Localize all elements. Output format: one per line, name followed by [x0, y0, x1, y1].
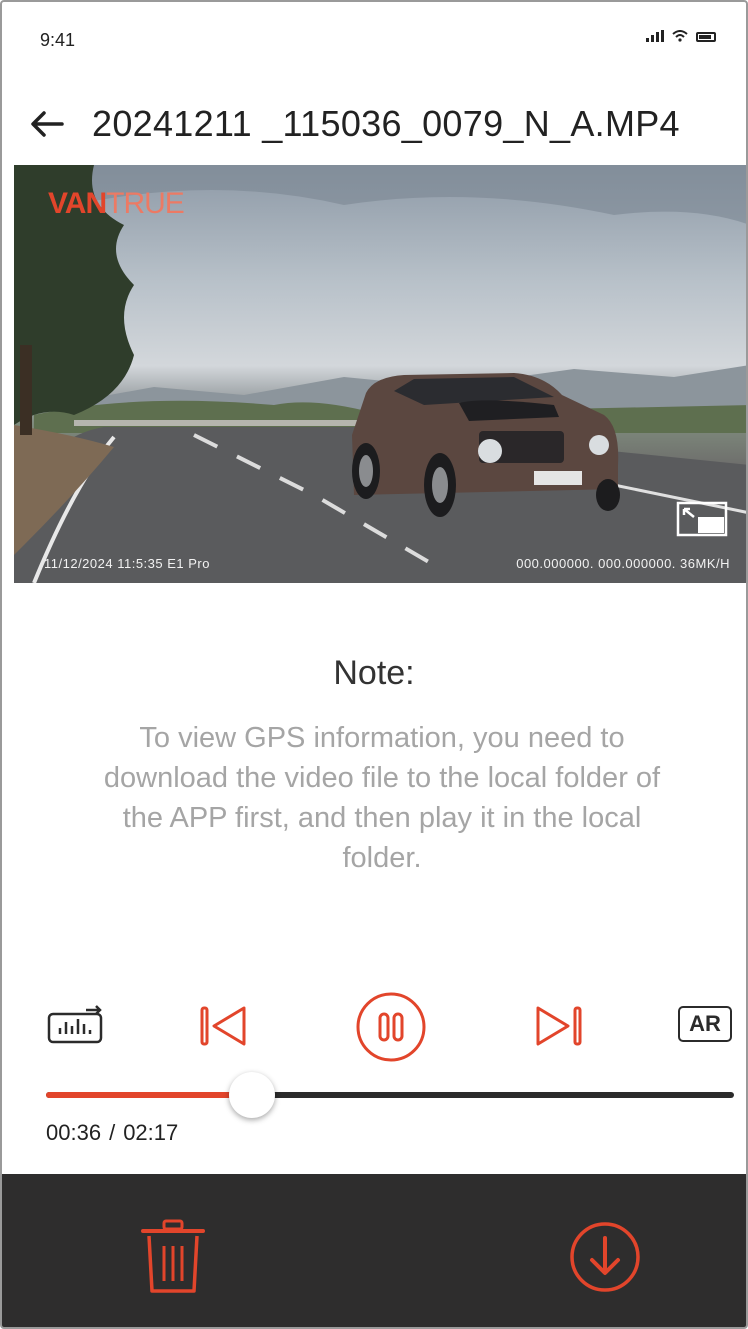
- battery-icon: [696, 32, 716, 42]
- vantrue-logo: VANTRUE: [48, 187, 185, 220]
- fullscreen-icon[interactable]: [676, 501, 728, 537]
- ar-label: AR: [689, 1011, 721, 1036]
- page-title: 20241211 _115036_0079_N_A.MP4: [92, 103, 680, 144]
- video-frame: [14, 165, 746, 583]
- bottom-action-bar: [2, 1174, 746, 1327]
- note-body: To view GPS information, you need to dow…: [103, 722, 661, 874]
- video-timestamp-overlay: 11/12/2024 11:5:35 E1 Pro: [44, 556, 210, 571]
- back-button[interactable]: [2, 82, 92, 166]
- speed-chart-icon[interactable]: [46, 1004, 106, 1044]
- note-title: Note:: [333, 654, 415, 692]
- wifi-icon: [672, 30, 688, 42]
- ar-button[interactable]: AR: [678, 1006, 732, 1042]
- previous-icon[interactable]: [198, 1004, 250, 1048]
- video-gps-overlay: 000.000000. 000.000000. 36MK/H: [516, 556, 730, 571]
- seek-bar-progress: [46, 1092, 253, 1098]
- pause-button[interactable]: [354, 990, 428, 1064]
- seek-thumb[interactable]: [229, 1072, 276, 1118]
- next-icon[interactable]: [532, 1004, 584, 1048]
- header: 20241211 _115036_0079_N_A.MP4: [2, 82, 746, 166]
- playback-time: 00:36 / 02:17: [46, 1120, 178, 1146]
- arrow-left-icon: [31, 111, 64, 137]
- time-separator: /: [109, 1120, 116, 1145]
- app-screen: 9:41 20241211 _115036_0079_N_A.MP4 VANTR…: [0, 0, 748, 1329]
- total-time: 02:17: [123, 1120, 179, 1145]
- download-icon[interactable]: [568, 1220, 642, 1294]
- status-icons: [646, 30, 716, 42]
- status-bar: 9:41: [2, 2, 746, 82]
- current-time: 00:36: [46, 1120, 102, 1145]
- signal-icon: [646, 30, 664, 42]
- trash-icon[interactable]: [138, 1218, 208, 1296]
- seek-bar[interactable]: [46, 1092, 734, 1098]
- video-player[interactable]: VANTRUE 11/12/2024 11:5:35 E1 Pro 000.00…: [14, 165, 746, 583]
- status-time: 9:41: [40, 30, 76, 50]
